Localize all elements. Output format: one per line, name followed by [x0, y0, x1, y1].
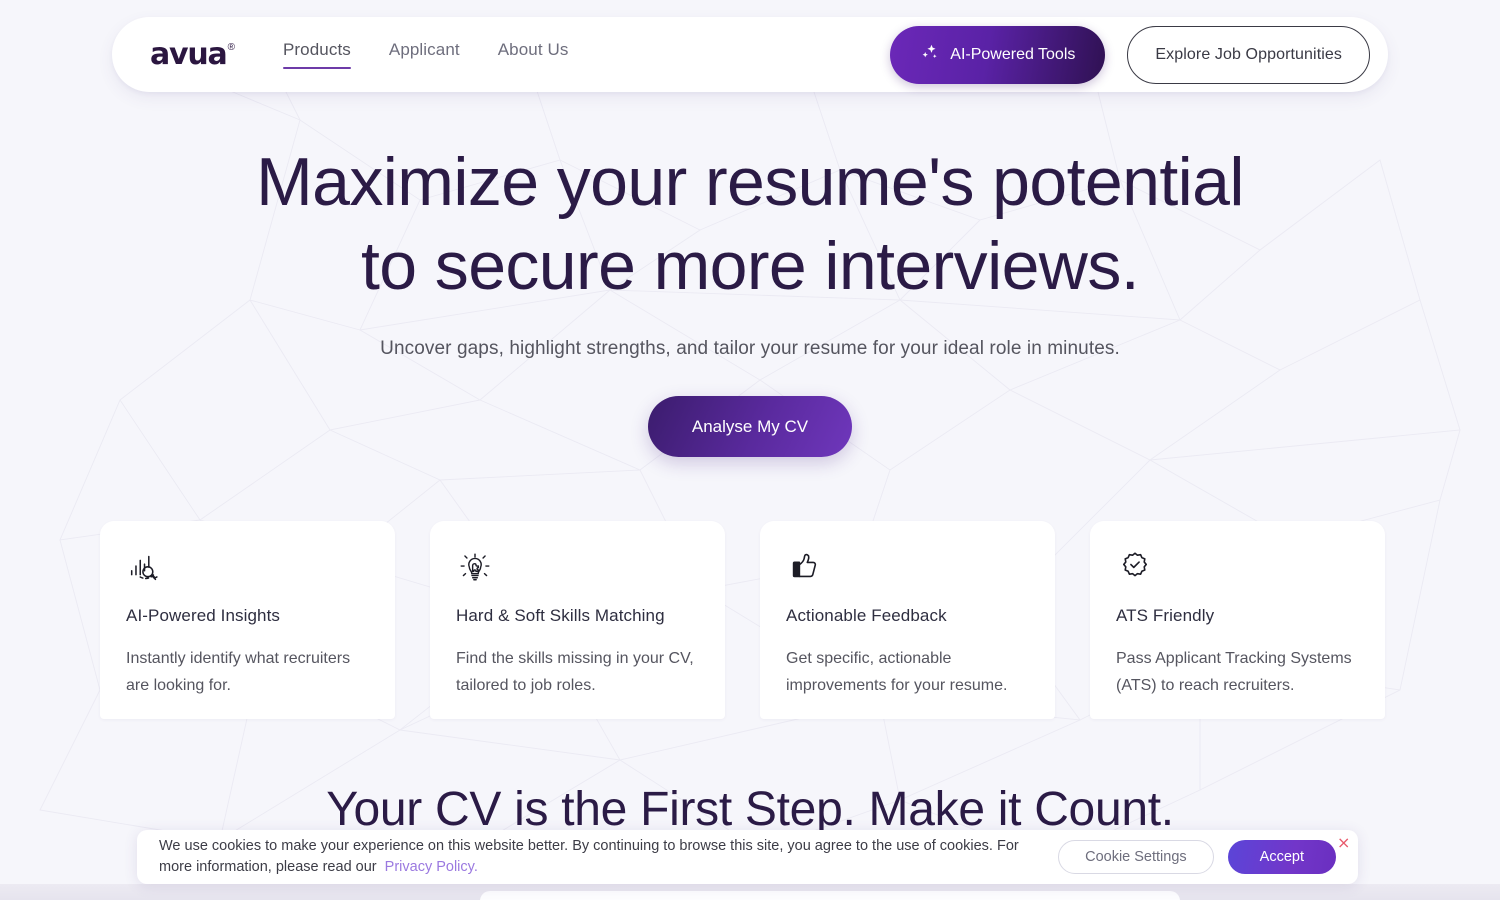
accept-cookies-button[interactable]: Accept: [1227, 840, 1336, 874]
hero-title-line-1: Maximize your resume's potential: [256, 144, 1244, 220]
nav-item-about-us[interactable]: About Us: [498, 40, 569, 69]
privacy-policy-link[interactable]: Privacy Policy.: [385, 859, 478, 875]
hero-subtitle: Uncover gaps, highlight strengths, and t…: [380, 338, 1120, 359]
ai-powered-tools-label: AI-Powered Tools: [950, 45, 1076, 63]
header-actions: AI-Powered Tools Explore Job Opportuniti…: [890, 25, 1370, 84]
feature-card-ats-friendly[interactable]: ATS Friendly Pass Applicant Tracking Sys…: [1090, 521, 1385, 719]
hero-title-line-2: to secure more interviews.: [360, 228, 1140, 304]
nav-item-products[interactable]: Products: [282, 40, 351, 69]
navbar: avua ® Products Applicant About Us AI-Po…: [112, 17, 1388, 92]
page-title: Maximize your resume's potential to secu…: [160, 140, 1340, 308]
bottom-content-card: [480, 891, 1180, 900]
main-navigation: Products Applicant About Us: [282, 40, 569, 69]
feature-card-description: Find the skills missing in your CV, tail…: [456, 650, 694, 694]
verified-badge-icon: [1116, 548, 1154, 586]
feature-card-ai-powered-insights[interactable]: AI-Powered Insights Instantly identify w…: [100, 521, 395, 719]
header: avua ® Products Applicant About Us AI-Po…: [0, 0, 1500, 110]
feature-card-description: Instantly identify what recruiters are l…: [126, 650, 351, 694]
thumbs-up-icon: [786, 548, 824, 586]
feature-card-title: AI-Powered Insights: [126, 606, 281, 625]
feature-card-title: ATS Friendly: [1116, 606, 1215, 625]
feature-cards: AI-Powered Insights Instantly identify w…: [100, 521, 1400, 719]
feature-card-actionable-feedback[interactable]: Actionable Feedback Get specific, action…: [760, 521, 1055, 719]
ai-powered-tools-button[interactable]: AI-Powered Tools: [890, 25, 1106, 84]
cookie-settings-button[interactable]: Cookie Settings: [1058, 840, 1214, 874]
cookie-banner-text: We use cookies to make your experience o…: [159, 836, 1029, 878]
logo-text: avua: [150, 36, 228, 72]
feature-card-title: Hard & Soft Skills Matching: [456, 606, 665, 625]
explore-job-opportunities-button[interactable]: Explore Job Opportunities: [1127, 25, 1370, 84]
nav-item-applicant[interactable]: Applicant: [389, 40, 460, 69]
bar-chart-magnifier-icon: [126, 548, 164, 586]
close-icon[interactable]: ×: [1337, 835, 1353, 852]
feature-card-hard-soft-skills-matching[interactable]: Hard & Soft Skills Matching Find the ski…: [430, 521, 725, 719]
cookie-banner-message: We use cookies to make your experience o…: [159, 838, 1019, 875]
analyse-my-cv-button[interactable]: Analyse My CV: [647, 396, 853, 457]
sparkles-icon: [920, 43, 939, 67]
registered-mark-icon: ®: [227, 41, 235, 53]
lightbulb-puzzle-icon: [456, 548, 494, 586]
feature-card-description: Get specific, actionable improvements fo…: [786, 650, 1008, 694]
logo[interactable]: avua ®: [150, 36, 235, 72]
feature-card-title: Actionable Feedback: [786, 606, 947, 625]
hero-section: Maximize your resume's potential to secu…: [0, 140, 1500, 457]
cookie-banner-actions: Cookie Settings Accept: [1058, 840, 1336, 874]
section-heading: Your CV is the First Step. Make it Count…: [326, 783, 1174, 836]
feature-card-description: Pass Applicant Tracking Systems (ATS) to…: [1116, 650, 1352, 694]
cookie-banner: We use cookies to make your experience o…: [137, 830, 1358, 884]
